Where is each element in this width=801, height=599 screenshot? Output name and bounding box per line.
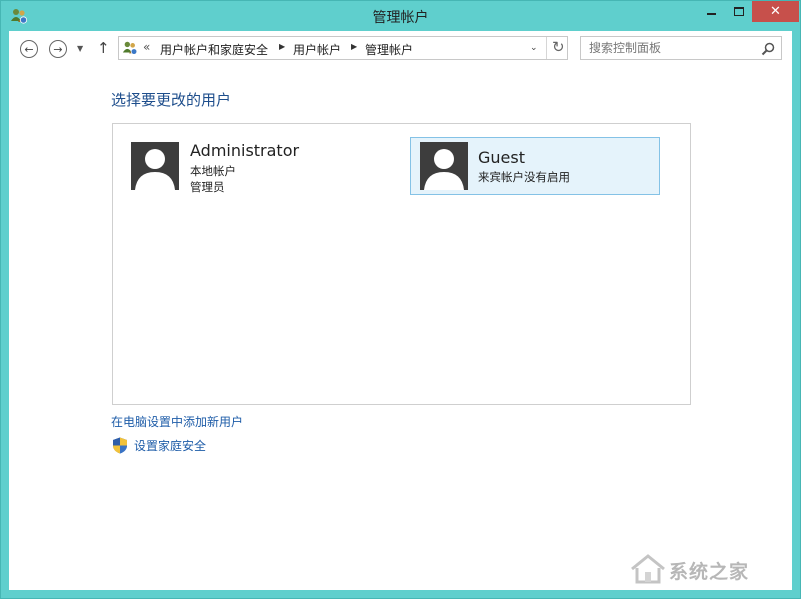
- breadcrumb-separator-icon[interactable]: ▶: [279, 42, 285, 51]
- watermark: 系统之家: [629, 551, 789, 587]
- refresh-icon[interactable]: ↻: [552, 38, 565, 56]
- user-list-panel: Administrator 本地帐户 管理员 Guest 来宾帐户没有启用: [112, 123, 691, 405]
- users-control-panel-icon: [122, 40, 138, 56]
- address-divider: [546, 37, 547, 59]
- window-title: 管理帐户: [1, 7, 800, 27]
- breadcrumb-manage-accounts[interactable]: 管理帐户: [365, 41, 413, 58]
- search-box[interactable]: [580, 36, 782, 60]
- overflow-chevron-icon[interactable]: «: [143, 40, 150, 54]
- control-panel-window: 管理帐户 ✕ ← → ▼ ↑ « 用户帐户: [0, 0, 801, 599]
- search-icon[interactable]: [761, 41, 775, 60]
- user-account-type: 本地帐户: [190, 163, 236, 179]
- breadcrumb-user-accounts[interactable]: 用户帐户: [293, 41, 341, 58]
- user-card-guest[interactable]: Guest 来宾帐户没有启用: [410, 137, 660, 195]
- close-icon: ✕: [770, 4, 781, 19]
- family-safety-link[interactable]: 设置家庭安全: [134, 437, 206, 454]
- maximize-icon: [734, 7, 744, 16]
- default-user-avatar-icon: [131, 142, 179, 190]
- user-status: 来宾帐户没有启用: [478, 169, 570, 185]
- back-arrow-icon: ←: [24, 44, 33, 55]
- address-dropdown-icon[interactable]: ⌄: [530, 43, 538, 53]
- user-name: Guest: [478, 148, 525, 167]
- watermark-text: 系统之家: [669, 557, 749, 584]
- user-name: Administrator: [190, 141, 299, 160]
- house-logo-icon: [629, 553, 667, 585]
- user-card-administrator[interactable]: Administrator 本地帐户 管理员: [129, 140, 399, 194]
- add-new-user-link[interactable]: 在电脑设置中添加新用户: [111, 413, 243, 430]
- content-area: ← → ▼ ↑ « 用户帐户和家庭安全 ▶ 用户帐户 ▶: [9, 31, 792, 590]
- maximize-button[interactable]: [725, 1, 752, 22]
- forward-button[interactable]: →: [49, 40, 67, 58]
- search-input[interactable]: [581, 37, 767, 59]
- close-button[interactable]: ✕: [752, 1, 799, 22]
- default-user-avatar-icon: [420, 142, 468, 190]
- address-bar[interactable]: « 用户帐户和家庭安全 ▶ 用户帐户 ▶ 管理帐户 ⌄ ↻: [118, 36, 568, 60]
- user-role: 管理员: [190, 179, 225, 195]
- forward-arrow-icon: →: [53, 44, 62, 55]
- up-button[interactable]: ↑: [97, 39, 110, 57]
- back-button[interactable]: ←: [20, 40, 38, 58]
- breadcrumb-user-accounts-family-safety[interactable]: 用户帐户和家庭安全: [160, 41, 268, 58]
- recent-locations-dropdown[interactable]: ▼: [77, 44, 83, 53]
- title-bar[interactable]: 管理帐户 ✕: [1, 1, 800, 31]
- page-heading: 选择要更改的用户: [111, 89, 231, 110]
- navigation-bar: ← → ▼ ↑ « 用户帐户和家庭安全 ▶ 用户帐户 ▶: [9, 31, 792, 67]
- uac-shield-icon: [112, 437, 128, 458]
- minimize-button[interactable]: [697, 1, 725, 22]
- breadcrumb-separator-icon[interactable]: ▶: [351, 42, 357, 51]
- minimize-icon: [707, 13, 716, 15]
